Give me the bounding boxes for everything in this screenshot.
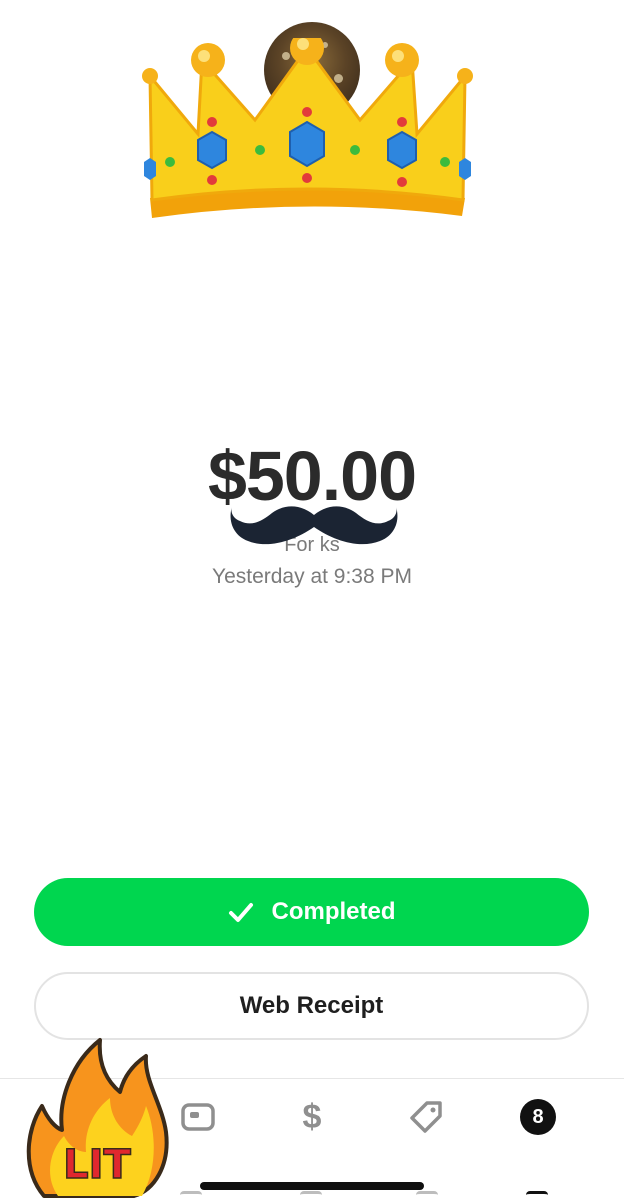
check-icon [229,903,254,922]
completed-label: Completed [271,898,396,925]
home-indicator [200,1182,424,1190]
card-icon [181,1103,215,1131]
tab-activity[interactable]: 8 [508,1095,568,1139]
tag-icon [410,1101,442,1133]
completed-status-button[interactable]: Completed [34,878,589,946]
dollar-icon: $ [302,1097,322,1136]
mustache-sticker [230,506,398,545]
crown-sticker [142,38,473,218]
tab-card[interactable] [168,1095,228,1139]
tab-money[interactable]: $ [282,1095,342,1139]
activity-badge: 8 [520,1099,556,1135]
web-receipt-label: Web Receipt [239,992,384,1019]
tab-offers[interactable] [396,1095,456,1139]
fire-lit-sticker: LIT [26,1038,169,1198]
lit-text: LIT [63,1142,131,1188]
payment-timestamp: Yesterday at 9:38 PM [211,565,412,588]
